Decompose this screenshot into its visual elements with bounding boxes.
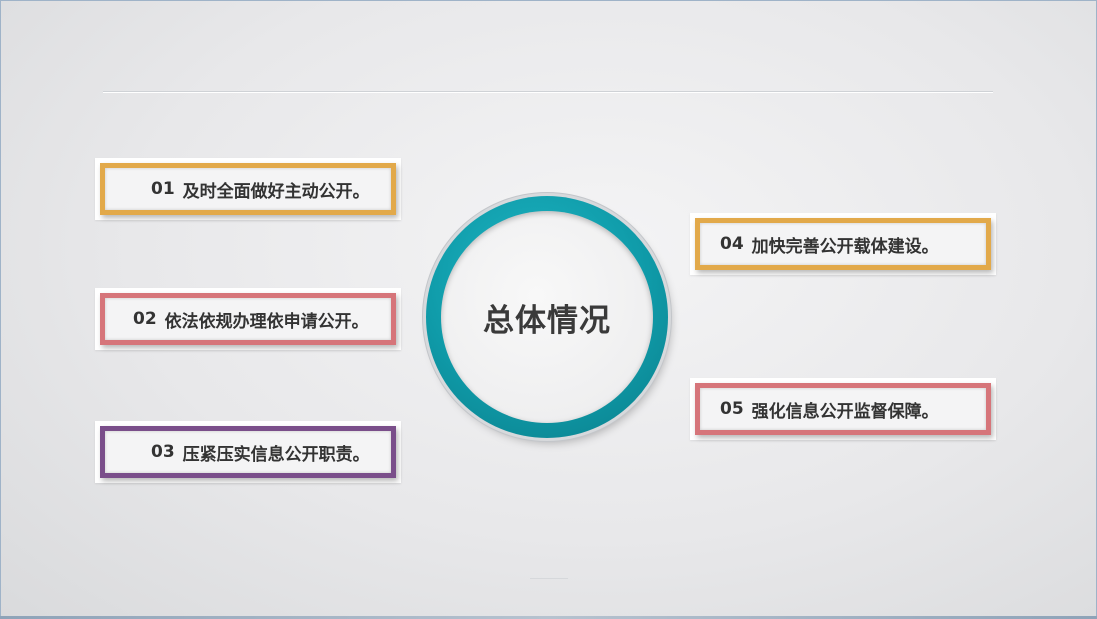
item-text: 压紧压实信息公开职责。 xyxy=(182,444,370,465)
item-card-03: 03 压紧压实信息公开职责。 xyxy=(95,421,401,483)
item-text: 及时全面做好主动公开。 xyxy=(182,181,370,202)
item-card-03-box: 03 压紧压实信息公开职责。 xyxy=(100,426,396,478)
item-text: 强化信息公开监督保障。 xyxy=(751,401,939,422)
center-circle-inner: 总体情况 xyxy=(441,211,653,423)
item-number: 02 xyxy=(133,309,157,329)
item-card-04: 04 加快完善公开载体建设。 xyxy=(690,213,996,275)
item-number: 03 xyxy=(151,442,175,462)
item-card-01-box: 01 及时全面做好主动公开。 xyxy=(100,163,396,215)
item-card-05-box: 05 强化信息公开监督保障。 xyxy=(695,383,991,435)
item-number: 01 xyxy=(151,179,175,199)
top-divider xyxy=(103,91,993,92)
item-number: 04 xyxy=(720,234,744,254)
item-card-05: 05 强化信息公开监督保障。 xyxy=(690,378,996,440)
center-title: 总体情况 xyxy=(483,302,611,339)
item-text: 依法依规办理依申请公开。 xyxy=(164,311,369,332)
item-card-02-box: 02 依法依规办理依申请公开。 xyxy=(100,293,396,345)
item-card-01: 01 及时全面做好主动公开。 xyxy=(95,158,401,220)
item-card-04-box: 04 加快完善公开载体建设。 xyxy=(695,218,991,270)
center-circle: 总体情况 xyxy=(426,196,668,438)
item-text: 加快完善公开载体建设。 xyxy=(751,236,939,257)
item-card-02: 02 依法依规办理依申请公开。 xyxy=(95,288,401,350)
item-number: 05 xyxy=(720,399,744,419)
bottom-divider-mark xyxy=(530,578,568,579)
